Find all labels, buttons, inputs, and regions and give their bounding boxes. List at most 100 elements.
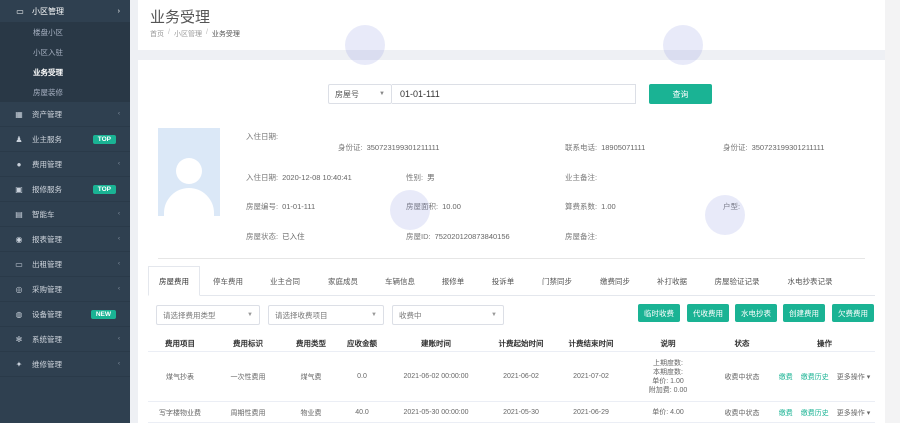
sidebar-item-rental[interactable]: ▭ 出租管理 ‹ [0, 252, 130, 277]
th-item: 费用项目 [165, 339, 195, 348]
info-gender: 性别: 男 [406, 172, 435, 183]
info-label: 性别: [406, 173, 424, 182]
info-phone: 联系电话: 18905071111 [565, 142, 645, 153]
breadcrumb-community[interactable]: 小区管理 [174, 29, 202, 39]
sidebar-item-owner-service[interactable]: ♟ 业主服务 TOP [0, 127, 130, 152]
cell-amount: 40.0 [355, 409, 369, 416]
cell-end: 2021-07-02 [573, 373, 609, 380]
chevron-left-icon: ‹ [118, 261, 120, 267]
sidebar-subitem-business[interactable]: 业务受理 [0, 62, 130, 82]
top-badge: TOP [92, 184, 116, 194]
car-icon: ▤ [15, 209, 23, 219]
grid-icon: ▦ [15, 109, 23, 119]
meter-reading-button[interactable]: 水电抄表 [735, 304, 777, 322]
info-value: 350723199301211111 [751, 143, 825, 152]
pay-link[interactable]: 缴费 [779, 372, 793, 382]
note-line: 本期度数: [653, 368, 683, 376]
fee-item-placeholder: 请选择收费项目 [275, 310, 328, 320]
th-ops: 操作 [817, 339, 832, 348]
sidebar-item-reports[interactable]: ◉ 报表管理 ‹ [0, 227, 130, 252]
tab-complaints[interactable]: 投诉单 [478, 266, 528, 296]
th-start: 计费起始时间 [498, 339, 544, 348]
th-status: 状态 [734, 339, 750, 348]
info-value: 已入住 [282, 232, 305, 241]
tab-reprint-receipt[interactable]: 补打收据 [644, 266, 700, 296]
sidebar-item-label: 出租管理 [32, 259, 62, 269]
desktop-icon: ▭ [15, 259, 23, 269]
sidebar-submenu: 楼盘小区 小区入驻 业务受理 房屋装修 [0, 22, 130, 102]
info-id-card-2: 身份证: 350723199301211111 [723, 142, 824, 153]
tab-repair-orders[interactable]: 报修单 [428, 266, 478, 296]
device-icon: ◍ [15, 309, 23, 319]
breadcrumb-home[interactable]: 首页 [150, 29, 164, 39]
sidebar-section-community[interactable]: ▭ 小区管理 › [0, 0, 130, 22]
tab-parking-fees[interactable]: 停车费用 [200, 266, 256, 296]
info-label: 户型: [723, 202, 741, 211]
sidebar-item-fees[interactable]: ● 费用管理 ‹ [0, 152, 130, 177]
create-fee-button[interactable]: 创建费用 [783, 304, 825, 322]
pay-history-link[interactable]: 缴费历史 [801, 372, 829, 382]
cell-type: 物业费 [300, 409, 322, 417]
more-actions-link[interactable]: 更多操作 ▾ [837, 408, 870, 418]
tab-family-members[interactable]: 家庭成员 [314, 266, 372, 296]
sidebar-subitem-decoration[interactable]: 房屋装修 [0, 82, 130, 102]
sidebar-item-purchase[interactable]: ◎ 采购管理 ‹ [0, 277, 130, 302]
tab-payment-sync[interactable]: 缴费同步 [586, 266, 644, 296]
fee-item-select[interactable]: 请选择收费项目 ▼ [268, 305, 384, 325]
search-input[interactable] [392, 84, 636, 104]
query-button[interactable]: 查询 [649, 84, 712, 104]
status-select[interactable]: 收费中 ▼ [392, 305, 504, 325]
info-house-remark: 房屋备注: [565, 231, 601, 242]
tab-owner-contract[interactable]: 业主合同 [256, 266, 314, 296]
sidebar-subitem-checkin[interactable]: 小区入驻 [0, 42, 130, 62]
note-line: 单价: 1.00 [652, 377, 684, 385]
sidebar-item-devices[interactable]: ◍ 设备管理 NEW [0, 302, 130, 327]
tab-house-verification[interactable]: 房屋验证记录 [700, 266, 774, 296]
tab-meter-records[interactable]: 水电抄表记录 [774, 266, 846, 296]
tab-vehicle-info[interactable]: 车辆信息 [372, 266, 428, 296]
breadcrumb: 首页 / 小区管理 / 业务受理 [150, 29, 240, 39]
sidebar-subitem-buildings[interactable]: 楼盘小区 [0, 22, 130, 42]
info-layout: 户型: [723, 201, 744, 212]
search-row: 房屋号 ▼ 查询 [328, 84, 712, 104]
info-label: 房屋ID: [406, 232, 431, 241]
sidebar-item-maintenance[interactable]: ✦ 维修管理 ‹ [0, 352, 130, 377]
sidebar-item-repair[interactable]: ▣ 报修服务 TOP [0, 177, 130, 202]
info-house-status: 房屋状态: 已入住 [246, 231, 305, 242]
arrears-fee-button[interactable]: 欠费费用 [832, 304, 874, 322]
th-notes: 说明 [660, 339, 676, 348]
fee-table-header: 费用项目 费用标识 费用类型 应收金额 建账时间 计费起始时间 计费结束时间 说… [148, 336, 875, 352]
pay-history-link[interactable]: 缴费历史 [801, 408, 829, 418]
breadcrumb-separator: / [205, 29, 208, 36]
collect-fee-button[interactable]: 代收费用 [687, 304, 729, 322]
caret-down-icon: ▼ [379, 91, 385, 97]
fee-type-select[interactable]: 请选择费用类型 ▼ [156, 305, 260, 325]
scrollbar[interactable] [885, 0, 900, 423]
breadcrumb-separator: / [168, 29, 170, 36]
sidebar-item-label: 业主服务 [32, 134, 62, 144]
cell-flag: 一次性费用 [230, 373, 266, 381]
sidebar-item-system[interactable]: ✻ 系统管理 ‹ [0, 327, 130, 352]
chevron-left-icon: ‹ [118, 111, 120, 117]
info-label: 身份证: [723, 143, 748, 152]
new-badge: NEW [90, 309, 116, 319]
tab-bar: 房屋费用 停车费用 业主合同 家庭成员 车辆信息 报修单 投诉单 门禁同步 缴费… [148, 266, 875, 296]
more-actions-link[interactable]: 更多操作 ▾ [837, 372, 870, 382]
page-header: 业务受理 首页 / 小区管理 / 业务受理 [138, 0, 885, 50]
cell-end: 2021-06-29 [573, 409, 609, 416]
tab-house-fees[interactable]: 房屋费用 [148, 266, 200, 296]
note-line: 上期度数: [653, 359, 683, 367]
tab-access-sync[interactable]: 门禁同步 [528, 266, 586, 296]
sidebar-section-label: 小区管理 [32, 6, 64, 16]
info-value: 01-01-111 [282, 202, 316, 211]
temporary-fee-button[interactable]: 临时收费 [638, 304, 680, 322]
info-label: 联系电话: [565, 143, 598, 152]
sidebar-item-car[interactable]: ▤ 智能车 ‹ [0, 202, 130, 227]
sidebar-item-assets[interactable]: ▦ 资产管理 ‹ [0, 102, 130, 127]
search-type-select[interactable]: 房屋号 ▼ [328, 84, 392, 104]
caret-down-icon: ▼ [247, 312, 253, 318]
coin-icon: ● [16, 159, 22, 169]
chevron-left-icon: ‹ [118, 336, 120, 342]
pay-link[interactable]: 缴费 [779, 408, 793, 418]
sidebar-item-label: 报表管理 [32, 234, 62, 244]
